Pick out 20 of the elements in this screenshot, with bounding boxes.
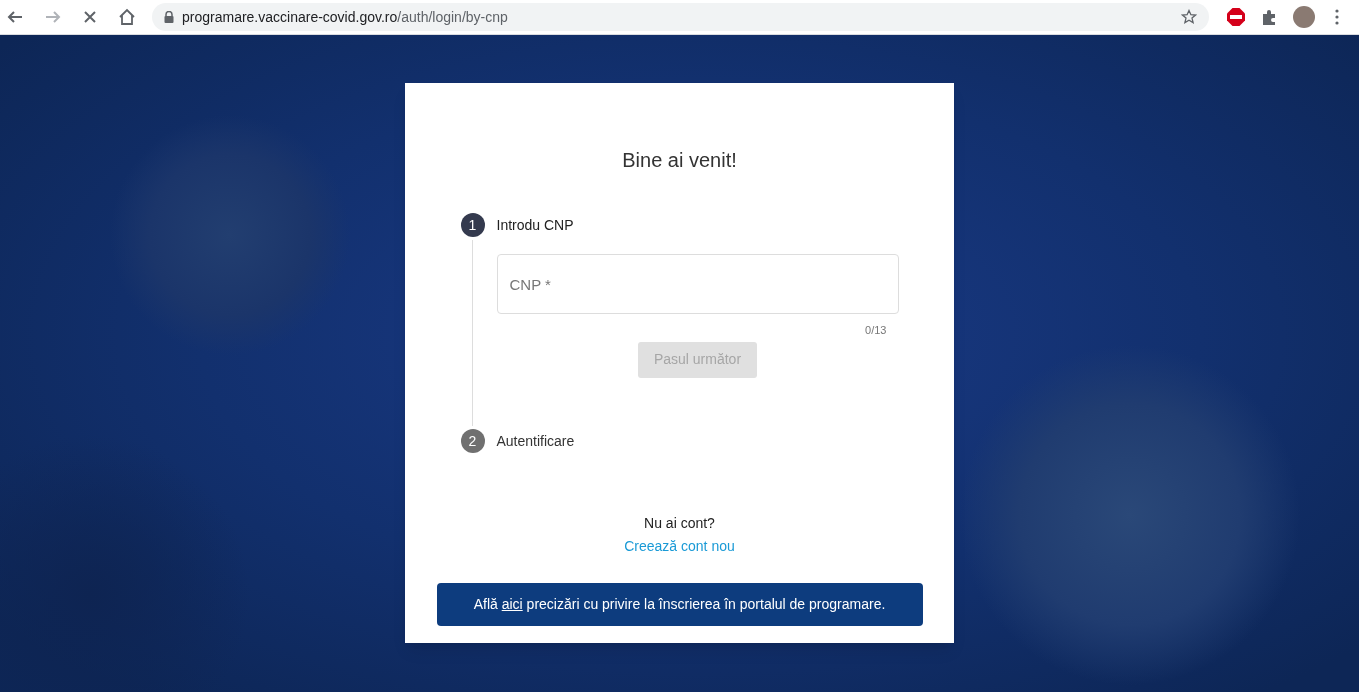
no-account-text: Nu ai cont? [644, 514, 715, 533]
url-path: /auth/login/by-cnp [397, 7, 508, 27]
star-icon[interactable] [1181, 9, 1197, 25]
step-number: 1 [460, 213, 485, 237]
info-text: Află aici precizări cu privire la înscrierea în portalul de programare. [473, 595, 886, 614]
cnp-field[interactable]: CNP * [496, 254, 899, 314]
address-bar[interactable]: programare.vaccinare-covid.gov.ro/auth/login/by-cnp [152, 3, 1209, 31]
puzzle-icon[interactable] [1261, 9, 1277, 25]
welcome-title: Bine ai venit! [622, 148, 737, 173]
step-label: Introdu CNP [496, 215, 575, 235]
stop-loading-icon[interactable] [82, 9, 98, 25]
step-label: Autentificare [496, 431, 576, 451]
lock-icon [164, 11, 174, 23]
info-link[interactable]: aici [501, 596, 523, 612]
menu-icon[interactable] [1335, 9, 1339, 25]
url-host: programare.vaccinare-covid.gov.ro [182, 7, 398, 27]
home-icon[interactable] [118, 8, 136, 26]
character-counter: 0/13 [865, 323, 887, 338]
avatar[interactable] [1293, 6, 1315, 28]
step-number: 2 [460, 429, 485, 453]
